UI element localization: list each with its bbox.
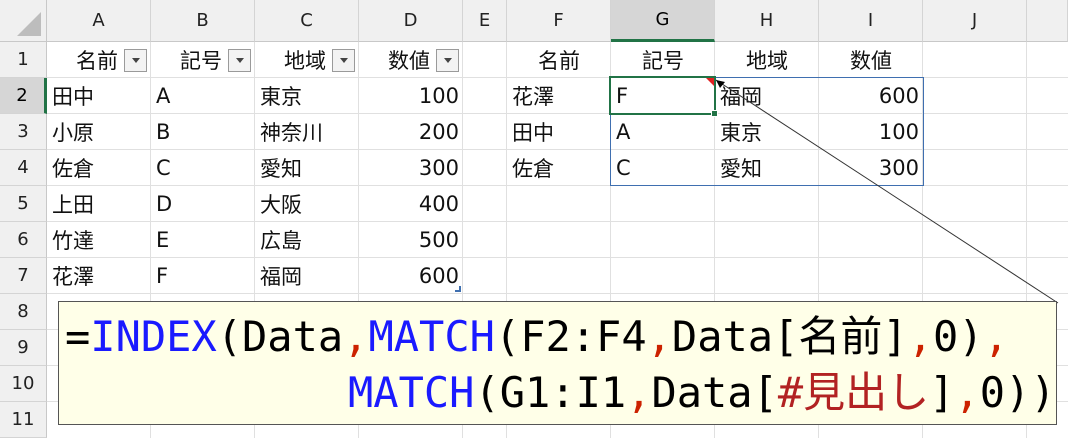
- table-cell[interactable]: 田中: [507, 114, 611, 150]
- formula-function-match: MATCH: [348, 368, 475, 417]
- formula-comment-box: =INDEX(Data,MATCH(F2:F4,Data[名前],0), MAT…: [58, 301, 1057, 425]
- table-cell[interactable]: 花澤: [47, 258, 151, 294]
- formula-comma: ,: [626, 368, 652, 417]
- row-header-3[interactable]: 3: [0, 114, 47, 150]
- table1-header-value[interactable]: 数値: [359, 42, 463, 78]
- table-cell[interactable]: 佐倉: [47, 150, 151, 186]
- table-cell[interactable]: 300: [359, 150, 463, 186]
- formula-function-index: INDEX: [90, 312, 217, 361]
- column-header-e[interactable]: E: [463, 0, 507, 42]
- table-cell[interactable]: A: [151, 78, 255, 114]
- table-cell[interactable]: D: [151, 186, 255, 222]
- table2-header[interactable]: 数値: [819, 42, 923, 78]
- filter-dropdown-icon[interactable]: [228, 48, 251, 72]
- row-header-5[interactable]: 5: [0, 186, 47, 222]
- column-header-f[interactable]: F: [507, 0, 611, 42]
- formula-text: 0): [932, 312, 984, 361]
- formula-equals: =: [65, 312, 91, 361]
- filter-dropdown-icon[interactable]: [436, 48, 459, 72]
- table-cell[interactable]: F: [151, 258, 255, 294]
- fill-handle[interactable]: [711, 110, 718, 117]
- table1-header-label: 地域: [284, 49, 326, 73]
- table-cell[interactable]: C: [151, 150, 255, 186]
- table-cell[interactable]: 大阪: [255, 186, 359, 222]
- table-cell[interactable]: 500: [359, 222, 463, 258]
- column-header-g[interactable]: G: [611, 0, 715, 42]
- formula-function-match: MATCH: [368, 312, 495, 361]
- table-cell[interactable]: 竹達: [47, 222, 151, 258]
- table1-header-label: 記号: [180, 49, 222, 73]
- select-all-triangle: [17, 12, 41, 36]
- formula-special-item: #見出し: [777, 368, 930, 417]
- table2-header[interactable]: 名前: [507, 42, 611, 78]
- column-header-j[interactable]: J: [923, 0, 1027, 42]
- table1-header-name[interactable]: 名前: [47, 42, 151, 78]
- row-header-4[interactable]: 4: [0, 150, 47, 186]
- formula-comma: ,: [646, 312, 672, 361]
- table-cell[interactable]: 佐倉: [507, 150, 611, 186]
- formula-text: ]: [929, 368, 955, 417]
- table-cell[interactable]: 上田: [47, 186, 151, 222]
- table-cell[interactable]: 100: [359, 78, 463, 114]
- row-header-6[interactable]: 6: [0, 222, 47, 258]
- formula-comma: ,: [343, 312, 369, 361]
- table1-header-label: 数値: [388, 49, 430, 73]
- table-cell[interactable]: E: [151, 222, 255, 258]
- table-cell[interactable]: 神奈川: [255, 114, 359, 150]
- formula-comma: ,: [983, 312, 1009, 361]
- table-cell[interactable]: 愛知: [255, 150, 359, 186]
- table-cell[interactable]: 600: [359, 258, 463, 294]
- formula-text: (G1:I1: [474, 368, 627, 417]
- table1-header-region[interactable]: 地域: [255, 42, 359, 78]
- active-cell-g2[interactable]: [609, 76, 716, 115]
- column-header-a[interactable]: A: [47, 0, 151, 42]
- formula-text: Data[: [651, 368, 778, 417]
- table2-header[interactable]: 地域: [715, 42, 819, 78]
- formula-comma: ,: [907, 312, 933, 361]
- table-cell[interactable]: 東京: [255, 78, 359, 114]
- row-header-9[interactable]: 9: [0, 330, 47, 366]
- row-header-11[interactable]: 11: [0, 402, 47, 438]
- table-cell[interactable]: 田中: [47, 78, 151, 114]
- table1-header-label: 名前: [76, 49, 118, 73]
- table-cell[interactable]: B: [151, 114, 255, 150]
- table1-header-code[interactable]: 記号: [151, 42, 255, 78]
- column-header-i[interactable]: I: [819, 0, 923, 42]
- table-cell[interactable]: 小原: [47, 114, 151, 150]
- select-all-corner[interactable]: [0, 0, 47, 42]
- table-resize-handle[interactable]: [455, 286, 461, 292]
- filter-dropdown-icon[interactable]: [124, 48, 147, 72]
- formula-text: (Data: [216, 312, 344, 361]
- row-header-7[interactable]: 7: [0, 258, 47, 294]
- column-header-k-partial[interactable]: [1027, 0, 1068, 42]
- filter-dropdown-icon[interactable]: [332, 48, 355, 72]
- table-cell[interactable]: 400: [359, 186, 463, 222]
- column-header-c[interactable]: C: [255, 0, 359, 42]
- comment-indicator-icon: [706, 78, 714, 86]
- table-cell[interactable]: 福岡: [255, 258, 359, 294]
- table-cell[interactable]: 200: [359, 114, 463, 150]
- column-header-b[interactable]: B: [151, 0, 255, 42]
- table-cell[interactable]: 花澤: [507, 78, 611, 114]
- row-header-10[interactable]: 10: [0, 366, 47, 402]
- formula-text: Data[名前]: [671, 312, 908, 361]
- formula-text: (F2:F4: [494, 312, 647, 361]
- row-header-1[interactable]: 1: [0, 42, 47, 78]
- column-header-h[interactable]: H: [715, 0, 819, 42]
- table-cell[interactable]: 広島: [255, 222, 359, 258]
- table2-header[interactable]: 記号: [611, 42, 715, 78]
- row-header-2[interactable]: 2: [0, 78, 47, 114]
- formula-text: 0)): [979, 368, 1056, 417]
- column-header-d[interactable]: D: [359, 0, 463, 42]
- formula-comma: ,: [954, 368, 980, 417]
- row-header-8[interactable]: 8: [0, 294, 47, 330]
